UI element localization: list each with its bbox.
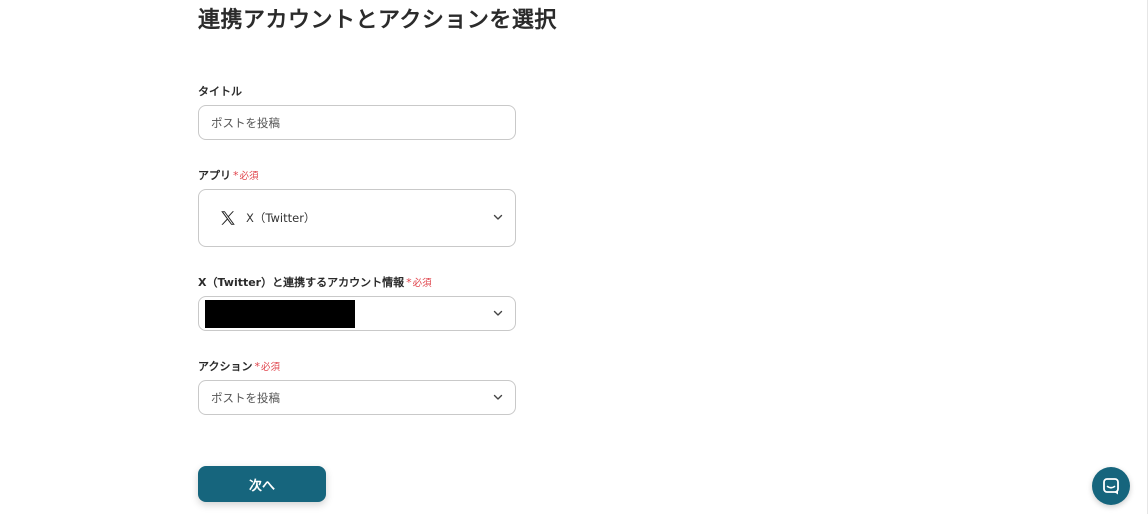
title-input[interactable]: ポストを投稿 <box>198 105 516 140</box>
chevron-down-icon <box>493 394 503 400</box>
title-label-text: タイトル <box>198 85 242 98</box>
required-badge: * 必須 <box>233 168 259 183</box>
chat-icon <box>1103 478 1119 495</box>
app-label: アプリ * 必須 <box>198 167 259 183</box>
page: 連携アカウントとアクションを選択 タイトル ポストを投稿 アプリ * 必須 X（… <box>0 0 1148 514</box>
required-badge: * 必須 <box>406 275 432 290</box>
redacted-account-value <box>205 300 355 328</box>
required-badge: * 必須 <box>254 359 280 374</box>
account-label-text: X（Twitter）と連携するアカウント情報 <box>198 276 405 289</box>
app-select-value: X（Twitter） <box>246 211 316 225</box>
title-input-value: ポストを投稿 <box>211 115 280 130</box>
app-select[interactable]: X（Twitter） <box>198 189 516 247</box>
chat-button[interactable] <box>1092 467 1130 505</box>
app-label-text: アプリ <box>198 169 231 182</box>
chevron-down-icon <box>493 310 503 316</box>
x-logo-icon <box>219 209 237 227</box>
required-mark: * <box>406 275 412 289</box>
required-text: 必須 <box>412 278 432 289</box>
required-mark: * <box>254 359 260 373</box>
required-text: 必須 <box>239 171 259 182</box>
title-label: タイトル <box>198 83 242 99</box>
required-mark: * <box>233 168 239 182</box>
chevron-down-icon <box>493 214 503 220</box>
action-label-text: アクション <box>198 360 253 373</box>
account-select[interactable] <box>198 296 516 331</box>
required-text: 必須 <box>260 362 280 373</box>
account-label: X（Twitter）と連携するアカウント情報 * 必須 <box>198 274 432 290</box>
page-title: 連携アカウントとアクションを選択 <box>198 8 557 33</box>
next-button[interactable]: 次へ <box>198 466 326 502</box>
action-select-value: ポストを投稿 <box>211 390 280 405</box>
action-label: アクション * 必須 <box>198 358 280 374</box>
action-select[interactable]: ポストを投稿 <box>198 380 516 415</box>
